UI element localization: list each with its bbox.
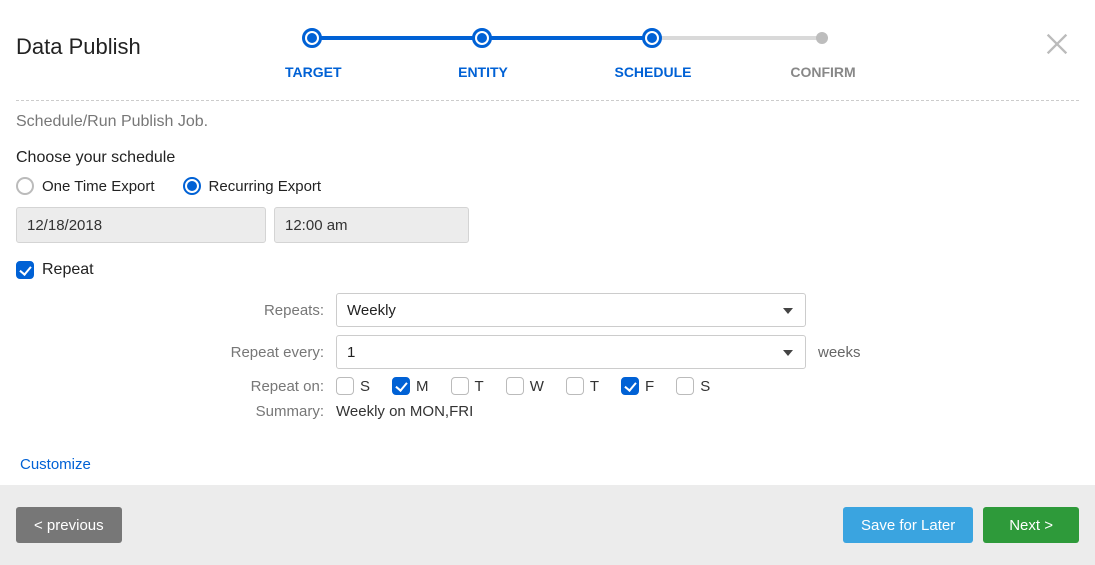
day-label: S: [360, 378, 370, 395]
repeat-every-suffix: weeks: [818, 344, 861, 361]
repeat-every-label: Repeat every:: [16, 344, 336, 361]
radio-recurring[interactable]: Recurring Export: [183, 177, 322, 195]
next-button[interactable]: Next >: [983, 507, 1079, 543]
close-icon: [1043, 30, 1071, 58]
repeat-every-select[interactable]: 1: [336, 335, 806, 369]
day-option[interactable]: F: [621, 377, 654, 395]
day-checkbox[interactable]: [392, 377, 410, 395]
day-checkbox[interactable]: [451, 377, 469, 395]
stepper: TARGET ENTITY SCHEDULE CONFIRM: [256, 26, 959, 80]
footer-bar: < previous Save for Later Next >: [0, 485, 1095, 565]
step-node-target[interactable]: [302, 28, 322, 48]
close-button[interactable]: [1043, 30, 1073, 60]
previous-button[interactable]: < previous: [16, 507, 122, 543]
day-checkbox[interactable]: [566, 377, 584, 395]
summary-value: Weekly on MON,FRI: [336, 403, 473, 420]
day-label: S: [700, 378, 710, 395]
step-label-target[interactable]: TARGET: [285, 64, 398, 80]
page-title: Data Publish: [16, 34, 141, 60]
radio-icon: [16, 177, 34, 195]
day-option[interactable]: W: [506, 377, 544, 395]
subtitle: Schedule/Run Publish Job.: [16, 113, 1079, 131]
time-input[interactable]: 12:00 am: [274, 207, 469, 243]
day-checkbox[interactable]: [621, 377, 639, 395]
day-checkbox[interactable]: [336, 377, 354, 395]
day-label: T: [475, 378, 484, 395]
radio-one-time-label: One Time Export: [42, 178, 155, 195]
step-node-confirm: [816, 32, 828, 44]
day-option[interactable]: T: [566, 377, 599, 395]
repeats-label: Repeats:: [16, 302, 336, 319]
day-option[interactable]: T: [451, 377, 484, 395]
day-label: W: [530, 378, 544, 395]
day-checkbox[interactable]: [506, 377, 524, 395]
step-node-schedule[interactable]: [642, 28, 662, 48]
save-for-later-button[interactable]: Save for Later: [843, 507, 973, 543]
step-node-entity[interactable]: [472, 28, 492, 48]
radio-icon: [183, 177, 201, 195]
day-label: T: [590, 378, 599, 395]
radio-one-time[interactable]: One Time Export: [16, 177, 155, 195]
repeat-on-label: Repeat on:: [16, 378, 336, 395]
day-option[interactable]: M: [392, 377, 429, 395]
summary-label: Summary:: [16, 403, 336, 420]
day-option[interactable]: S: [336, 377, 370, 395]
day-label: M: [416, 378, 429, 395]
day-checkbox[interactable]: [676, 377, 694, 395]
choose-heading: Choose your schedule: [16, 149, 1079, 167]
repeats-select[interactable]: Weekly: [336, 293, 806, 327]
repeat-checkbox[interactable]: [16, 261, 34, 279]
day-label: F: [645, 378, 654, 395]
radio-recurring-label: Recurring Export: [209, 178, 322, 195]
step-label-confirm: CONFIRM: [738, 64, 908, 80]
step-label-schedule[interactable]: SCHEDULE: [568, 64, 738, 80]
day-option[interactable]: S: [676, 377, 710, 395]
customize-link[interactable]: Customize: [20, 456, 91, 473]
date-input[interactable]: 12/18/2018: [16, 207, 266, 243]
step-label-entity[interactable]: ENTITY: [398, 64, 568, 80]
repeat-label: Repeat: [42, 261, 94, 279]
